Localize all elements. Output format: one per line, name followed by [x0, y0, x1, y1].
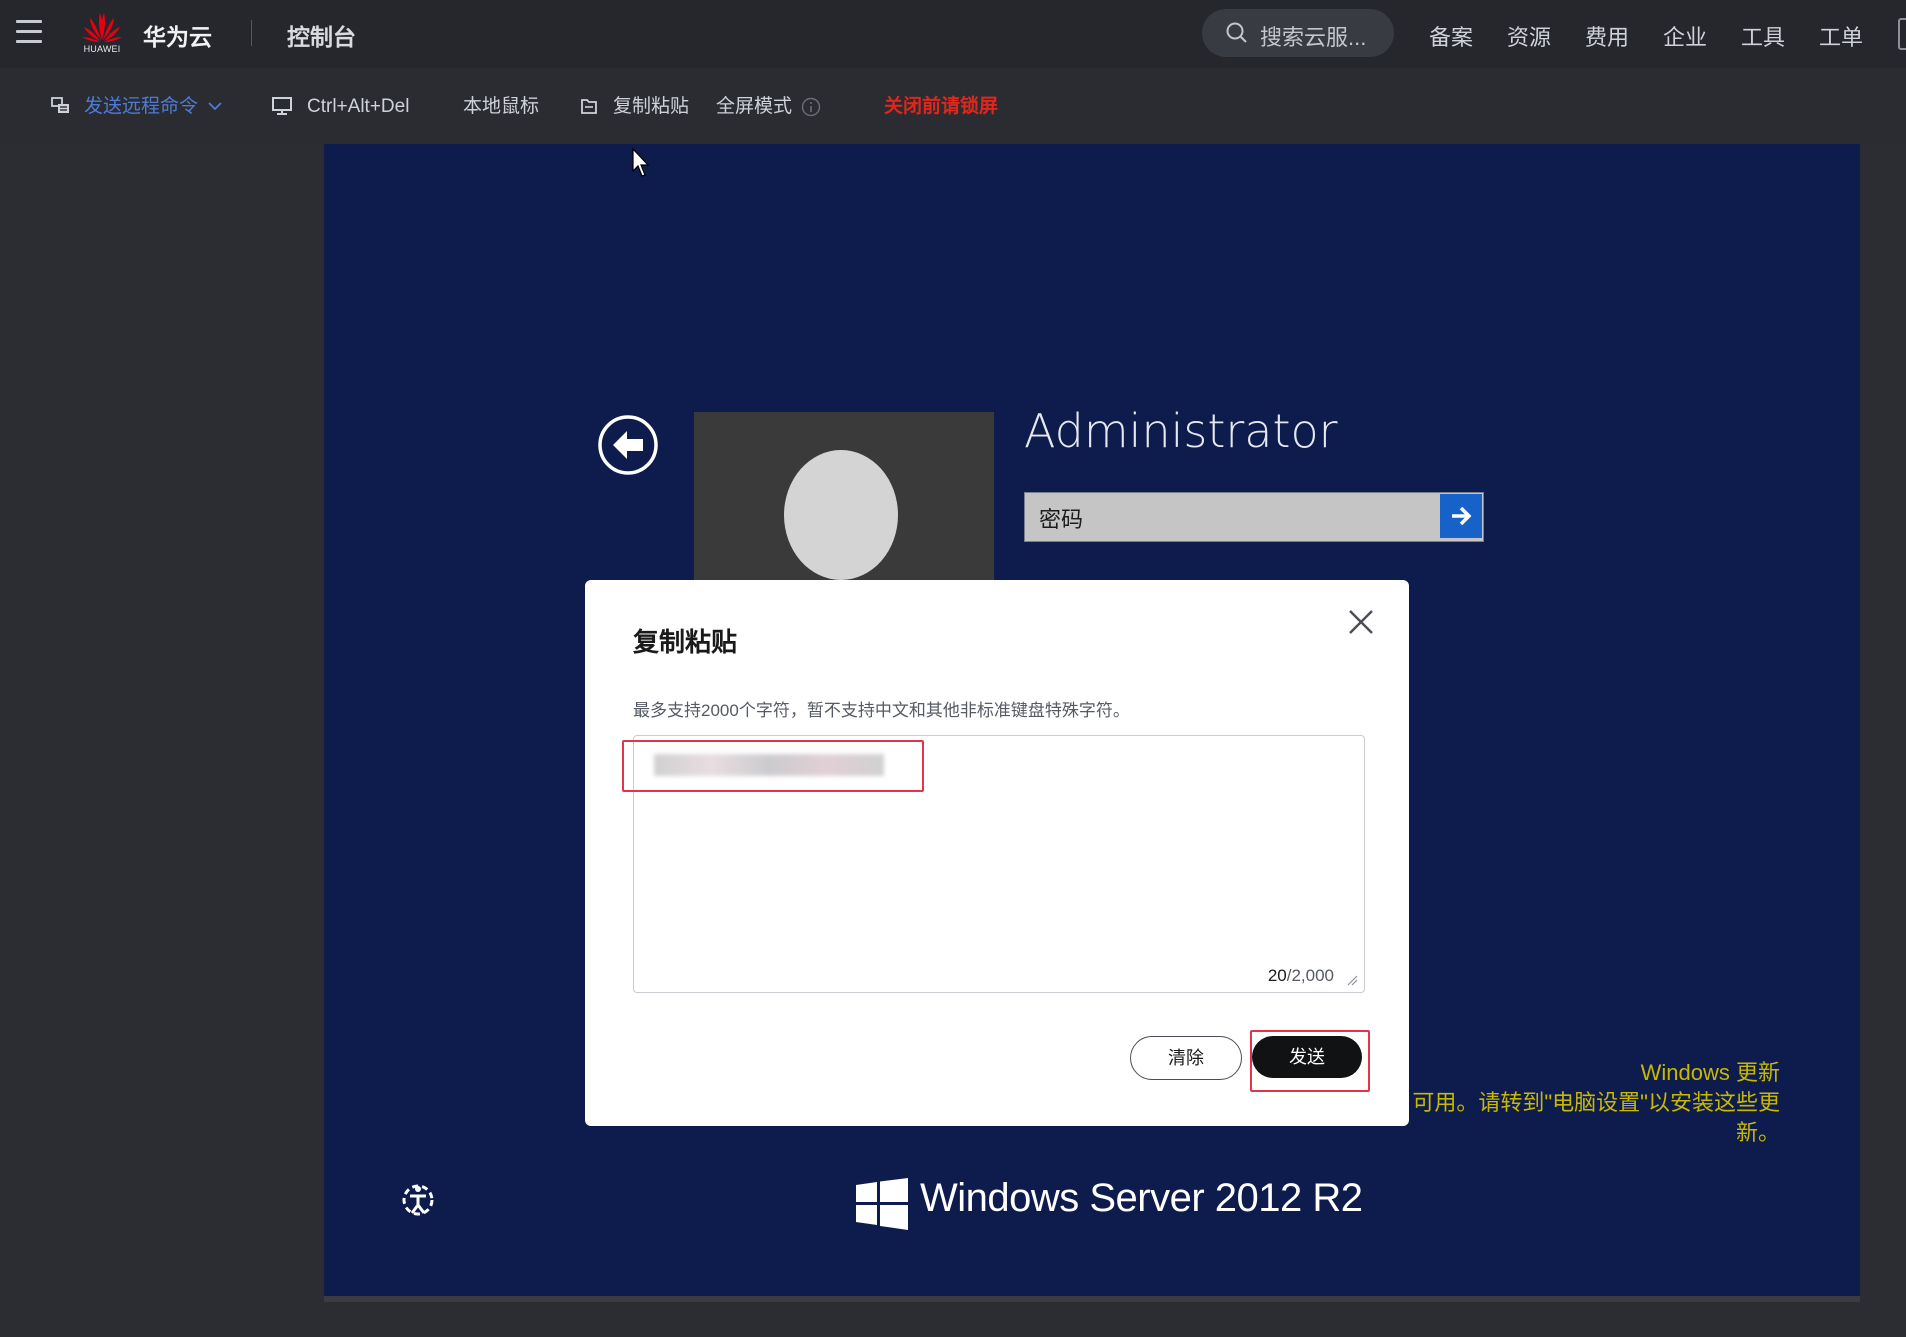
- top-navigation-bar: HUAWEI 华为云 控制台 搜索云服... 备案 资源 费用 企业 工具 工单: [0, 0, 1906, 68]
- password-field[interactable]: 密码: [1024, 492, 1484, 542]
- resize-handle-icon[interactable]: [1346, 974, 1358, 986]
- ctrl-alt-del-button[interactable]: Ctrl+Alt+Del: [307, 94, 409, 120]
- mouse-cursor-icon: [632, 148, 650, 177]
- arrow-right-icon: [1452, 506, 1472, 526]
- character-counter: 20/2,000: [1268, 966, 1334, 986]
- nav-tickets[interactable]: 工单: [1819, 20, 1863, 52]
- search-placeholder: 搜索云服...: [1260, 25, 1367, 50]
- chevron-down-icon[interactable]: [207, 99, 223, 113]
- nav-billing[interactable]: 费用: [1585, 20, 1629, 52]
- close-icon[interactable]: [1347, 608, 1375, 636]
- search-box[interactable]: 搜索云服...: [1202, 9, 1394, 57]
- divider: [251, 20, 252, 46]
- login-username: Administrator: [1024, 404, 1338, 458]
- fullscreen-button[interactable]: 全屏模式: [716, 94, 792, 120]
- back-arrow-icon[interactable]: [597, 414, 659, 476]
- send-highlight-box: [1250, 1030, 1370, 1092]
- submit-password-button[interactable]: [1440, 494, 1482, 538]
- brand-name[interactable]: 华为云: [143, 18, 212, 52]
- avatar-head: [784, 450, 898, 580]
- info-icon[interactable]: [801, 97, 821, 117]
- counter-max: /2,000: [1286, 966, 1334, 985]
- copy-paste-button[interactable]: 复制粘贴: [613, 94, 689, 120]
- stage-bottom-edge: [324, 1296, 1860, 1302]
- nav-enterprise[interactable]: 企业: [1663, 20, 1707, 52]
- menu-icon[interactable]: [16, 20, 42, 46]
- nav-tools[interactable]: 工具: [1741, 20, 1785, 52]
- clear-button[interactable]: 清除: [1130, 1036, 1242, 1080]
- huawei-logo[interactable]: HUAWEI: [80, 10, 124, 56]
- dialog-title: 复制粘贴: [633, 627, 738, 657]
- console-link[interactable]: 控制台: [287, 18, 356, 52]
- nav-filing[interactable]: 备案: [1429, 20, 1473, 52]
- command-icon: [51, 97, 69, 113]
- password-placeholder: 密码: [1039, 507, 1084, 532]
- counter-current: 20: [1267, 966, 1287, 985]
- windows-server-text: Windows Server 2012 R2: [920, 1176, 1363, 1220]
- local-mouse-button[interactable]: 本地鼠标: [463, 94, 539, 120]
- send-remote-command-dropdown[interactable]: 发送远程命令: [84, 94, 198, 120]
- monitor-icon: [272, 97, 292, 115]
- logo-text: HUAWEI: [83, 44, 121, 54]
- search-icon: [1226, 22, 1247, 43]
- input-highlight-box: [622, 740, 924, 792]
- ease-of-access-icon[interactable]: [398, 1180, 438, 1220]
- clipboard-icon: [581, 99, 597, 114]
- more-icon[interactable]: [1898, 18, 1906, 50]
- huawei-flower-icon: [82, 13, 122, 42]
- lock-before-close-warning: 关闭前请锁屏: [884, 96, 999, 117]
- nav-resources[interactable]: 资源: [1507, 20, 1551, 52]
- dialog-hint: 最多支持2000个字符，暂不支持中文和其他非标准键盘特殊字符。: [633, 701, 1130, 720]
- windows-logo-icon: [856, 1178, 908, 1230]
